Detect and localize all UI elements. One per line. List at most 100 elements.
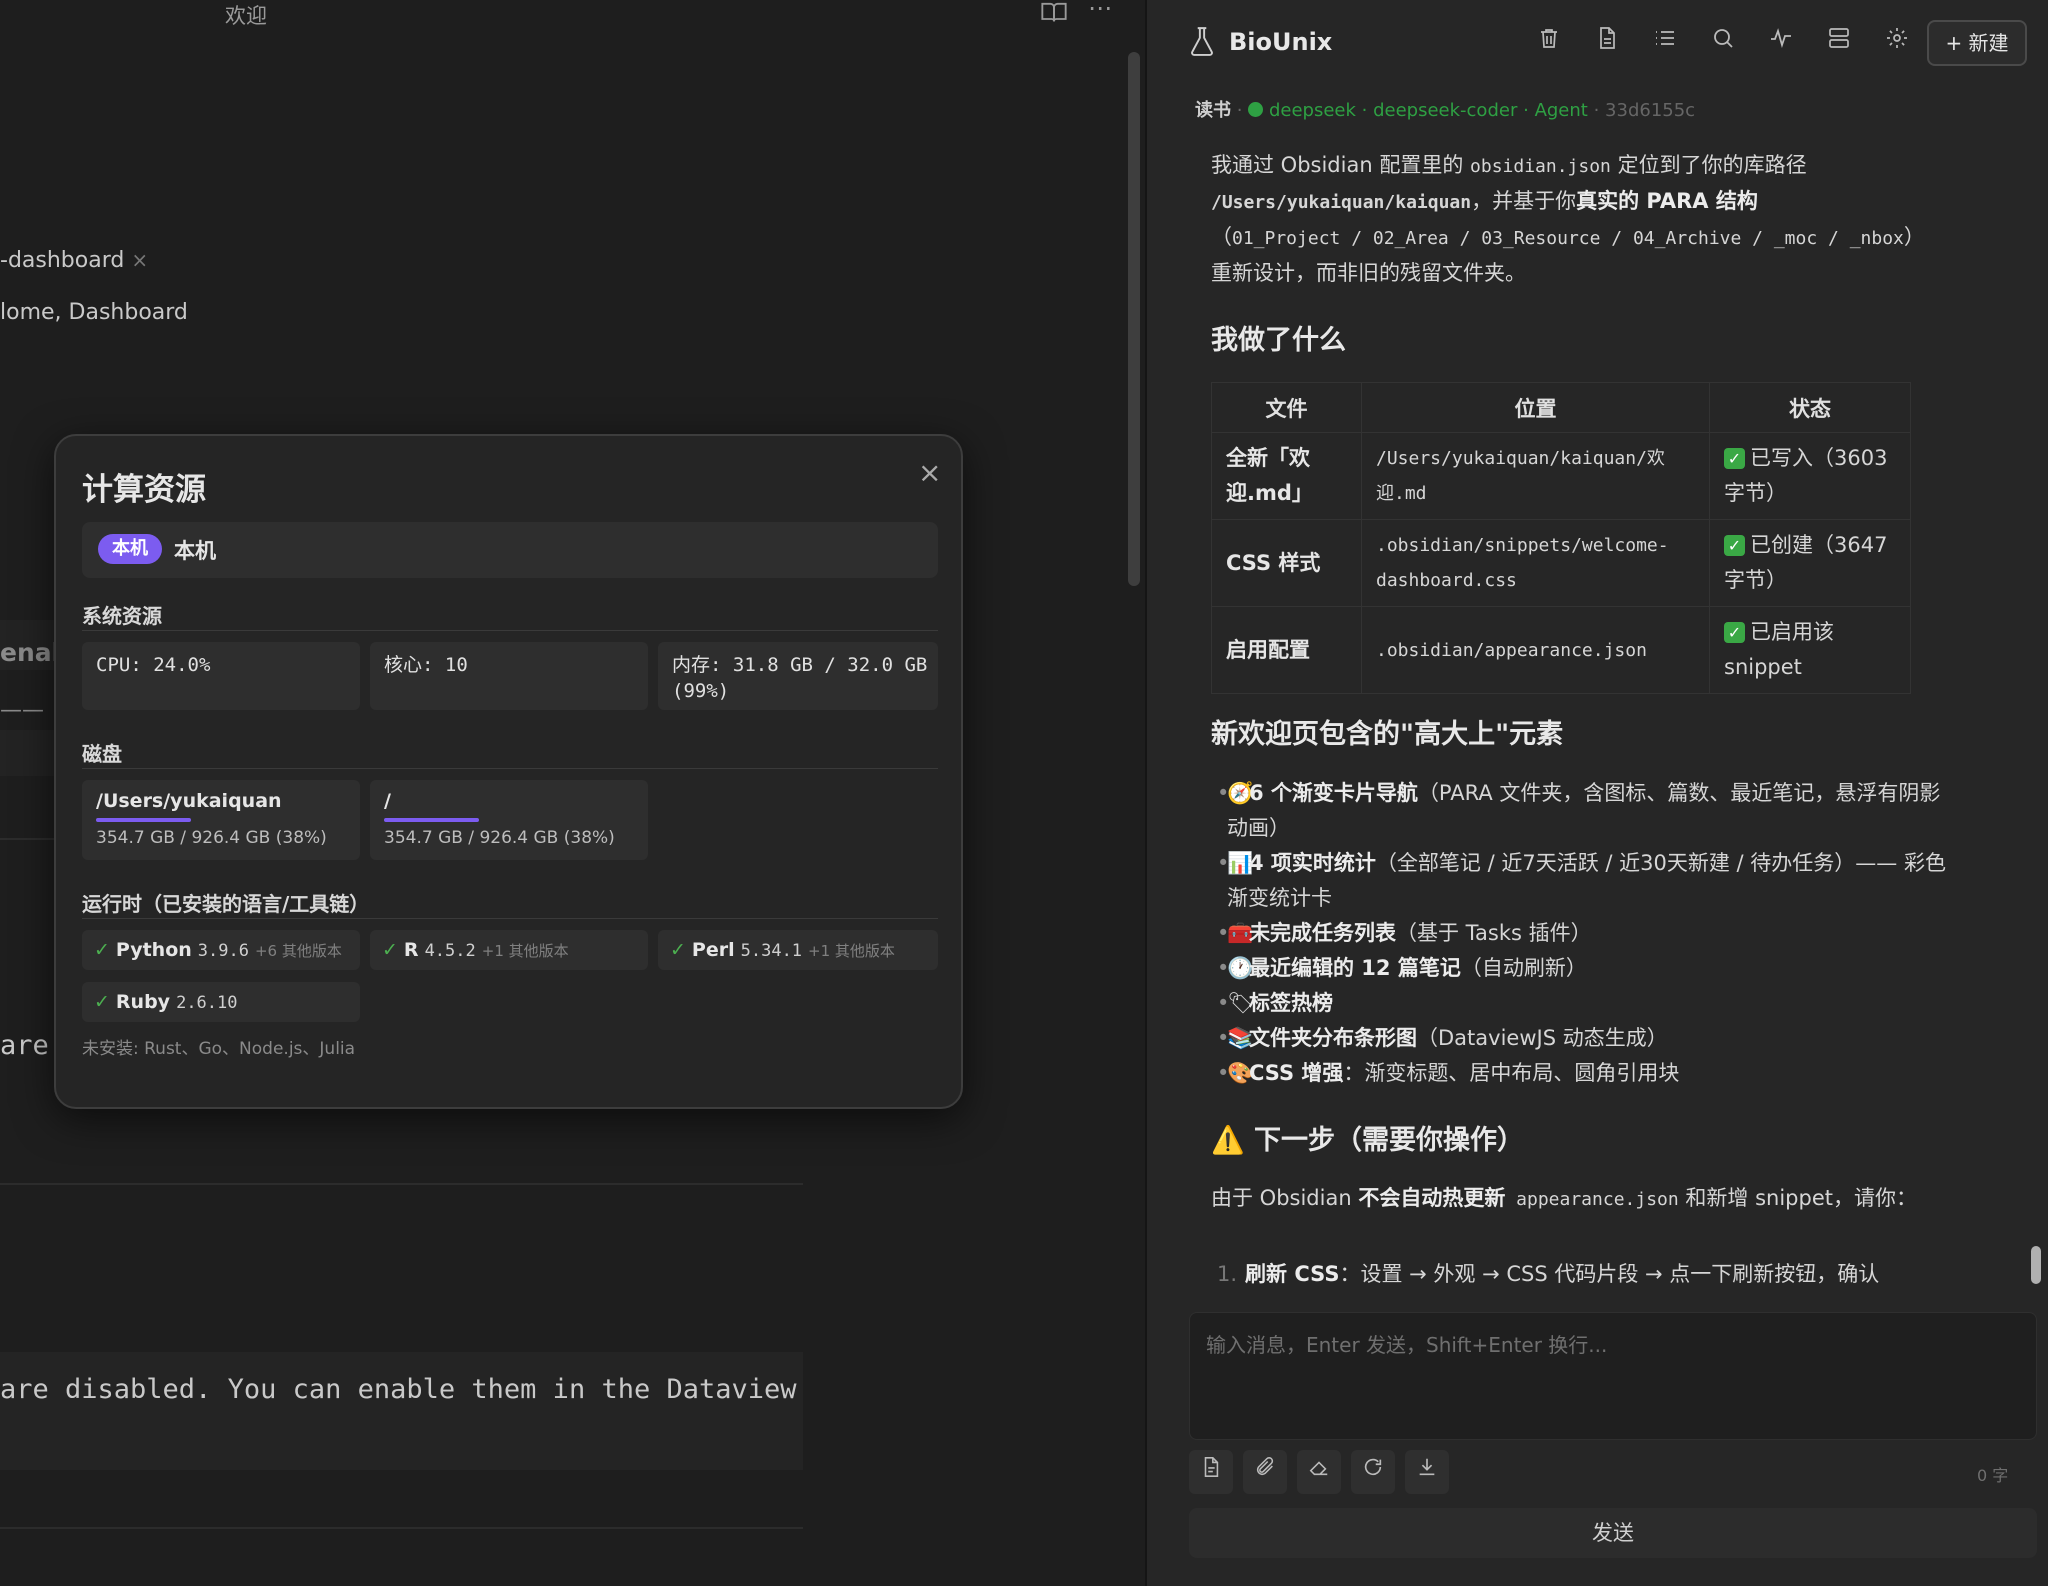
host-selector[interactable]: 本机 本机 <box>82 522 938 578</box>
table-cell: .obsidian/appearance.json <box>1361 606 1710 694</box>
app-window: 欢迎 ⋯ -dashboard × lome, Dashboard enab —… <box>0 0 2048 1586</box>
message-text: ，并基于你 <box>1471 189 1577 213</box>
check-box-icon: ✓ <box>1724 535 1745 556</box>
runtime-version: 4.5.2 <box>424 941 476 961</box>
separator: · <box>1236 100 1243 121</box>
clock-icon: 🕐 <box>1227 956 1254 980</box>
table-cell: ✓ 已创建（3647 字节） <box>1709 519 1911 607</box>
tag-remove-icon[interactable]: × <box>131 248 148 272</box>
list-item-bold: 6 个渐变卡片导航 <box>1249 781 1418 805</box>
table-cell: /Users/yukaiquan/kaiquan/欢迎.md <box>1361 432 1710 520</box>
heading-next-steps: ⚠️ 下一步（需要你操作） <box>1211 1125 1525 1156</box>
download-icon[interactable] <box>1405 1450 1449 1494</box>
message-text: 由于 Obsidian <box>1211 1186 1359 1210</box>
toolbox-icon: 🧰 <box>1227 921 1254 945</box>
trash-icon[interactable] <box>1527 20 1571 64</box>
host-badge: 本机 <box>98 534 162 564</box>
divider <box>0 838 60 840</box>
status-text: 已创建（3647 字节） <box>1724 533 1888 592</box>
list-item: • 📚文件夹分布条形图（DataviewJS 动态生成） <box>1217 1021 1947 1056</box>
table-header-row: 文件 位置 状态 <box>1211 382 1911 433</box>
table-cell: 启用配置 <box>1211 606 1362 694</box>
editor-scrollbar[interactable] <box>1128 52 1140 586</box>
message-text: （ <box>1211 225 1232 249</box>
disk-name: / <box>384 790 391 812</box>
list-item-text: （基于 Tasks 插件） <box>1396 921 1592 945</box>
word-count: 0 字 <box>1977 1466 2009 1485</box>
separator: · <box>1593 100 1600 121</box>
runtime-version: 3.9.6 <box>197 941 249 961</box>
prop-tag: -dashboard <box>0 248 125 273</box>
refresh-icon[interactable] <box>1351 1450 1395 1494</box>
disk-name: /Users/yukaiquan <box>96 790 282 812</box>
list-item: • 🧭6 个渐变卡片导航（PARA 文件夹，含图标、篇数、最近笔记，悬浮有阴影动画… <box>1217 776 1947 846</box>
list-item: • 🏷标签热榜 <box>1217 986 1947 1021</box>
memory-card: 内存: 31.8 GB / 32.0 GB (99%) <box>658 642 938 710</box>
chat-scrollbar[interactable] <box>2031 1246 2041 1284</box>
reading-view-icon[interactable] <box>1040 0 1068 32</box>
editor-fragment-block <box>0 730 56 776</box>
table-row: CSS 样式 .obsidian/snippets/welcome-dashbo… <box>1211 519 1911 607</box>
table-header: 文件 <box>1211 382 1362 433</box>
runtime-heading: 运行时（已安装的语言/工具链） <box>82 892 370 916</box>
section-divider <box>82 768 938 769</box>
new-chat-button[interactable]: + 新建 <box>1927 20 2027 66</box>
list-item-bold: CSS 增强 <box>1249 1061 1344 1085</box>
editor-tab-title[interactable]: 欢迎 <box>225 0 267 30</box>
runtime-others: +1 其他版本 <box>808 942 895 960</box>
layout-icon[interactable] <box>1817 20 1861 64</box>
runtime-others: +6 其他版本 <box>254 942 342 960</box>
message-input[interactable]: 输入消息，Enter 发送，Shift+Enter 换行... <box>1189 1312 2037 1440</box>
tag-icon: 🏷 <box>1227 991 1254 1015</box>
document-icon[interactable] <box>1585 20 1629 64</box>
table-header: 状态 <box>1709 382 1911 433</box>
palette-icon: 🎨 <box>1227 1061 1254 1085</box>
cpu-card: CPU: 24.0% <box>82 642 360 710</box>
disk-usage-bar <box>384 818 479 822</box>
heading-what-done: 我做了什么 <box>1211 325 1346 356</box>
runtime-item-ruby: ✓ Ruby 2.6.10 <box>82 982 360 1022</box>
eraser-icon[interactable] <box>1297 1450 1341 1494</box>
more-options-icon[interactable]: ⋯ <box>1088 0 1112 22</box>
list-item: • 🧰未完成任务列表（基于 Tasks 插件） <box>1217 916 1947 951</box>
runtime-others: +1 其他版本 <box>481 942 569 960</box>
list-item-text: （自动刷新） <box>1460 956 1587 980</box>
host-name: 本机 <box>174 539 216 563</box>
list-item: • 📊4 项实时统计（全部笔记 / 近7天活跃 / 近30天新建 / 待办任务）—… <box>1217 846 1947 916</box>
activity-icon[interactable] <box>1759 20 1803 64</box>
paperclip-icon[interactable] <box>1243 1450 1287 1494</box>
results-table: 文件 位置 状态 全新「欢迎.md」 /Users/yukaiquan/kaiq… <box>1211 382 1911 694</box>
table-row: 全新「欢迎.md」 /Users/yukaiquan/kaiquan/欢迎.md… <box>1211 432 1911 520</box>
send-button[interactable]: 发送 <box>1189 1508 2037 1558</box>
list-item-bold: 最近编辑的 12 篇笔记 <box>1249 956 1461 980</box>
search-icon[interactable] <box>1701 20 1745 64</box>
message-bold: 不会自动热更新 <box>1358 1186 1506 1210</box>
assistant-message: 我通过 Obsidian 配置里的 obsidian.json 定位到了你的库路… <box>1211 148 1931 291</box>
editor-pane: 欢迎 ⋯ -dashboard × lome, Dashboard enab —… <box>0 0 1145 1586</box>
code-block-text: are disabled. You can enable them in the… <box>0 1374 797 1405</box>
inline-code: appearance.json <box>1505 1189 1679 1210</box>
model-name: deepseek-coder <box>1373 100 1518 121</box>
not-installed-text: 未安装: Rust、Go、Node.js、Julia <box>82 1039 356 1059</box>
editor-fragment-dash: —— <box>0 698 44 723</box>
table-cell: CSS 样式 <box>1211 519 1362 607</box>
disk-card: /Users/yukaiquan 354.7 GB / 926.4 GB (38… <box>82 780 360 860</box>
runtime-item-python: ✓ Python 3.9.6 +6 其他版本 <box>82 930 360 970</box>
status-text: 已写入（3603 字节） <box>1724 446 1888 505</box>
disk-usage-bar <box>96 818 191 822</box>
cores-card: 核心: 10 <box>370 642 648 710</box>
file-icon[interactable] <box>1189 1450 1233 1494</box>
message-text: 我通过 Obsidian 配置里的 <box>1211 153 1471 177</box>
list-icon[interactable] <box>1643 20 1687 64</box>
list-item-text: ：设置 → 外观 → CSS 代码片段 → 点一下刷新按钮，确认 <box>1339 1262 1880 1286</box>
gear-icon[interactable] <box>1875 20 1919 64</box>
separator: · <box>1361 100 1368 121</box>
input-placeholder: 输入消息，Enter 发送，Shift+Enter 换行... <box>1206 1333 1608 1357</box>
next-steps-paragraph: 由于 Obsidian 不会自动热更新 appearance.json 和新增 … <box>1211 1181 1931 1217</box>
close-icon[interactable]: × <box>918 456 941 489</box>
panel-header: BioUnix + 新建 <box>1147 0 2048 88</box>
list-item-text: ：渐变标题、居中布局、圆角引用块 <box>1343 1061 1680 1085</box>
runtime-name: R <box>403 939 419 961</box>
chat-panel: BioUnix + 新建 读书 · deepseek · deepseek-co… <box>1147 0 2048 1586</box>
inline-code: /Users/yukaiquan/kaiquan <box>1211 192 1472 213</box>
